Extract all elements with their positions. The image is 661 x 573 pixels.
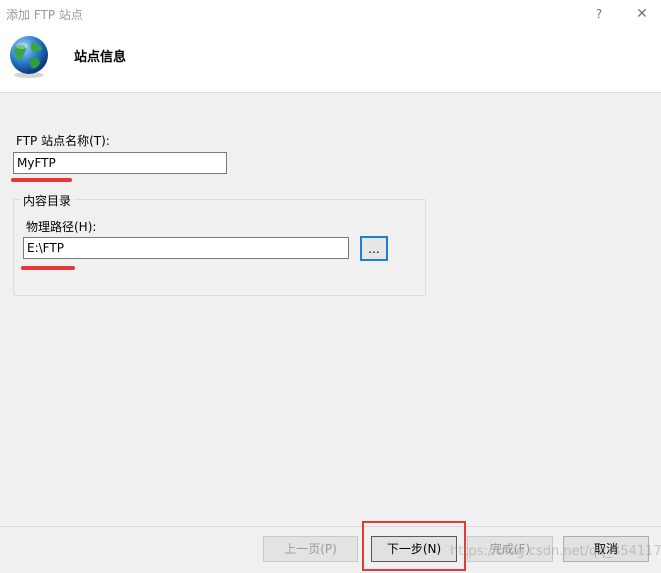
annotation-underline (11, 178, 72, 182)
previous-button[interactable]: 上一页(P) (263, 536, 358, 562)
globe-icon (10, 36, 48, 78)
help-button[interactable]: ? (588, 4, 610, 24)
window-title: 添加 FTP 站点 (6, 8, 83, 22)
annotation-underline (21, 266, 75, 270)
footer-divider (0, 526, 661, 527)
browse-button[interactable]: ... (360, 236, 388, 261)
physical-path-label: 物理路径(H): (26, 220, 97, 234)
close-button[interactable]: ✕ (628, 2, 656, 26)
content-directory-legend: 内容目录 (20, 192, 75, 209)
title-bar: 添加 FTP 站点 ? ✕ (0, 0, 661, 28)
physical-path-input[interactable]: E:\FTP (23, 237, 349, 259)
add-ftp-site-dialog: 添加 FTP 站点 ? ✕ 站点信息 FTP 站点名称(T): MyFTP 内容… (0, 0, 661, 573)
site-name-input[interactable]: MyFTP (13, 152, 227, 174)
site-name-label: FTP 站点名称(T): (16, 134, 110, 148)
header-panel: 站点信息 (0, 28, 661, 93)
page-title: 站点信息 (74, 50, 127, 65)
watermark: https://blog.csdn.net/qq_35411780 (450, 544, 661, 559)
